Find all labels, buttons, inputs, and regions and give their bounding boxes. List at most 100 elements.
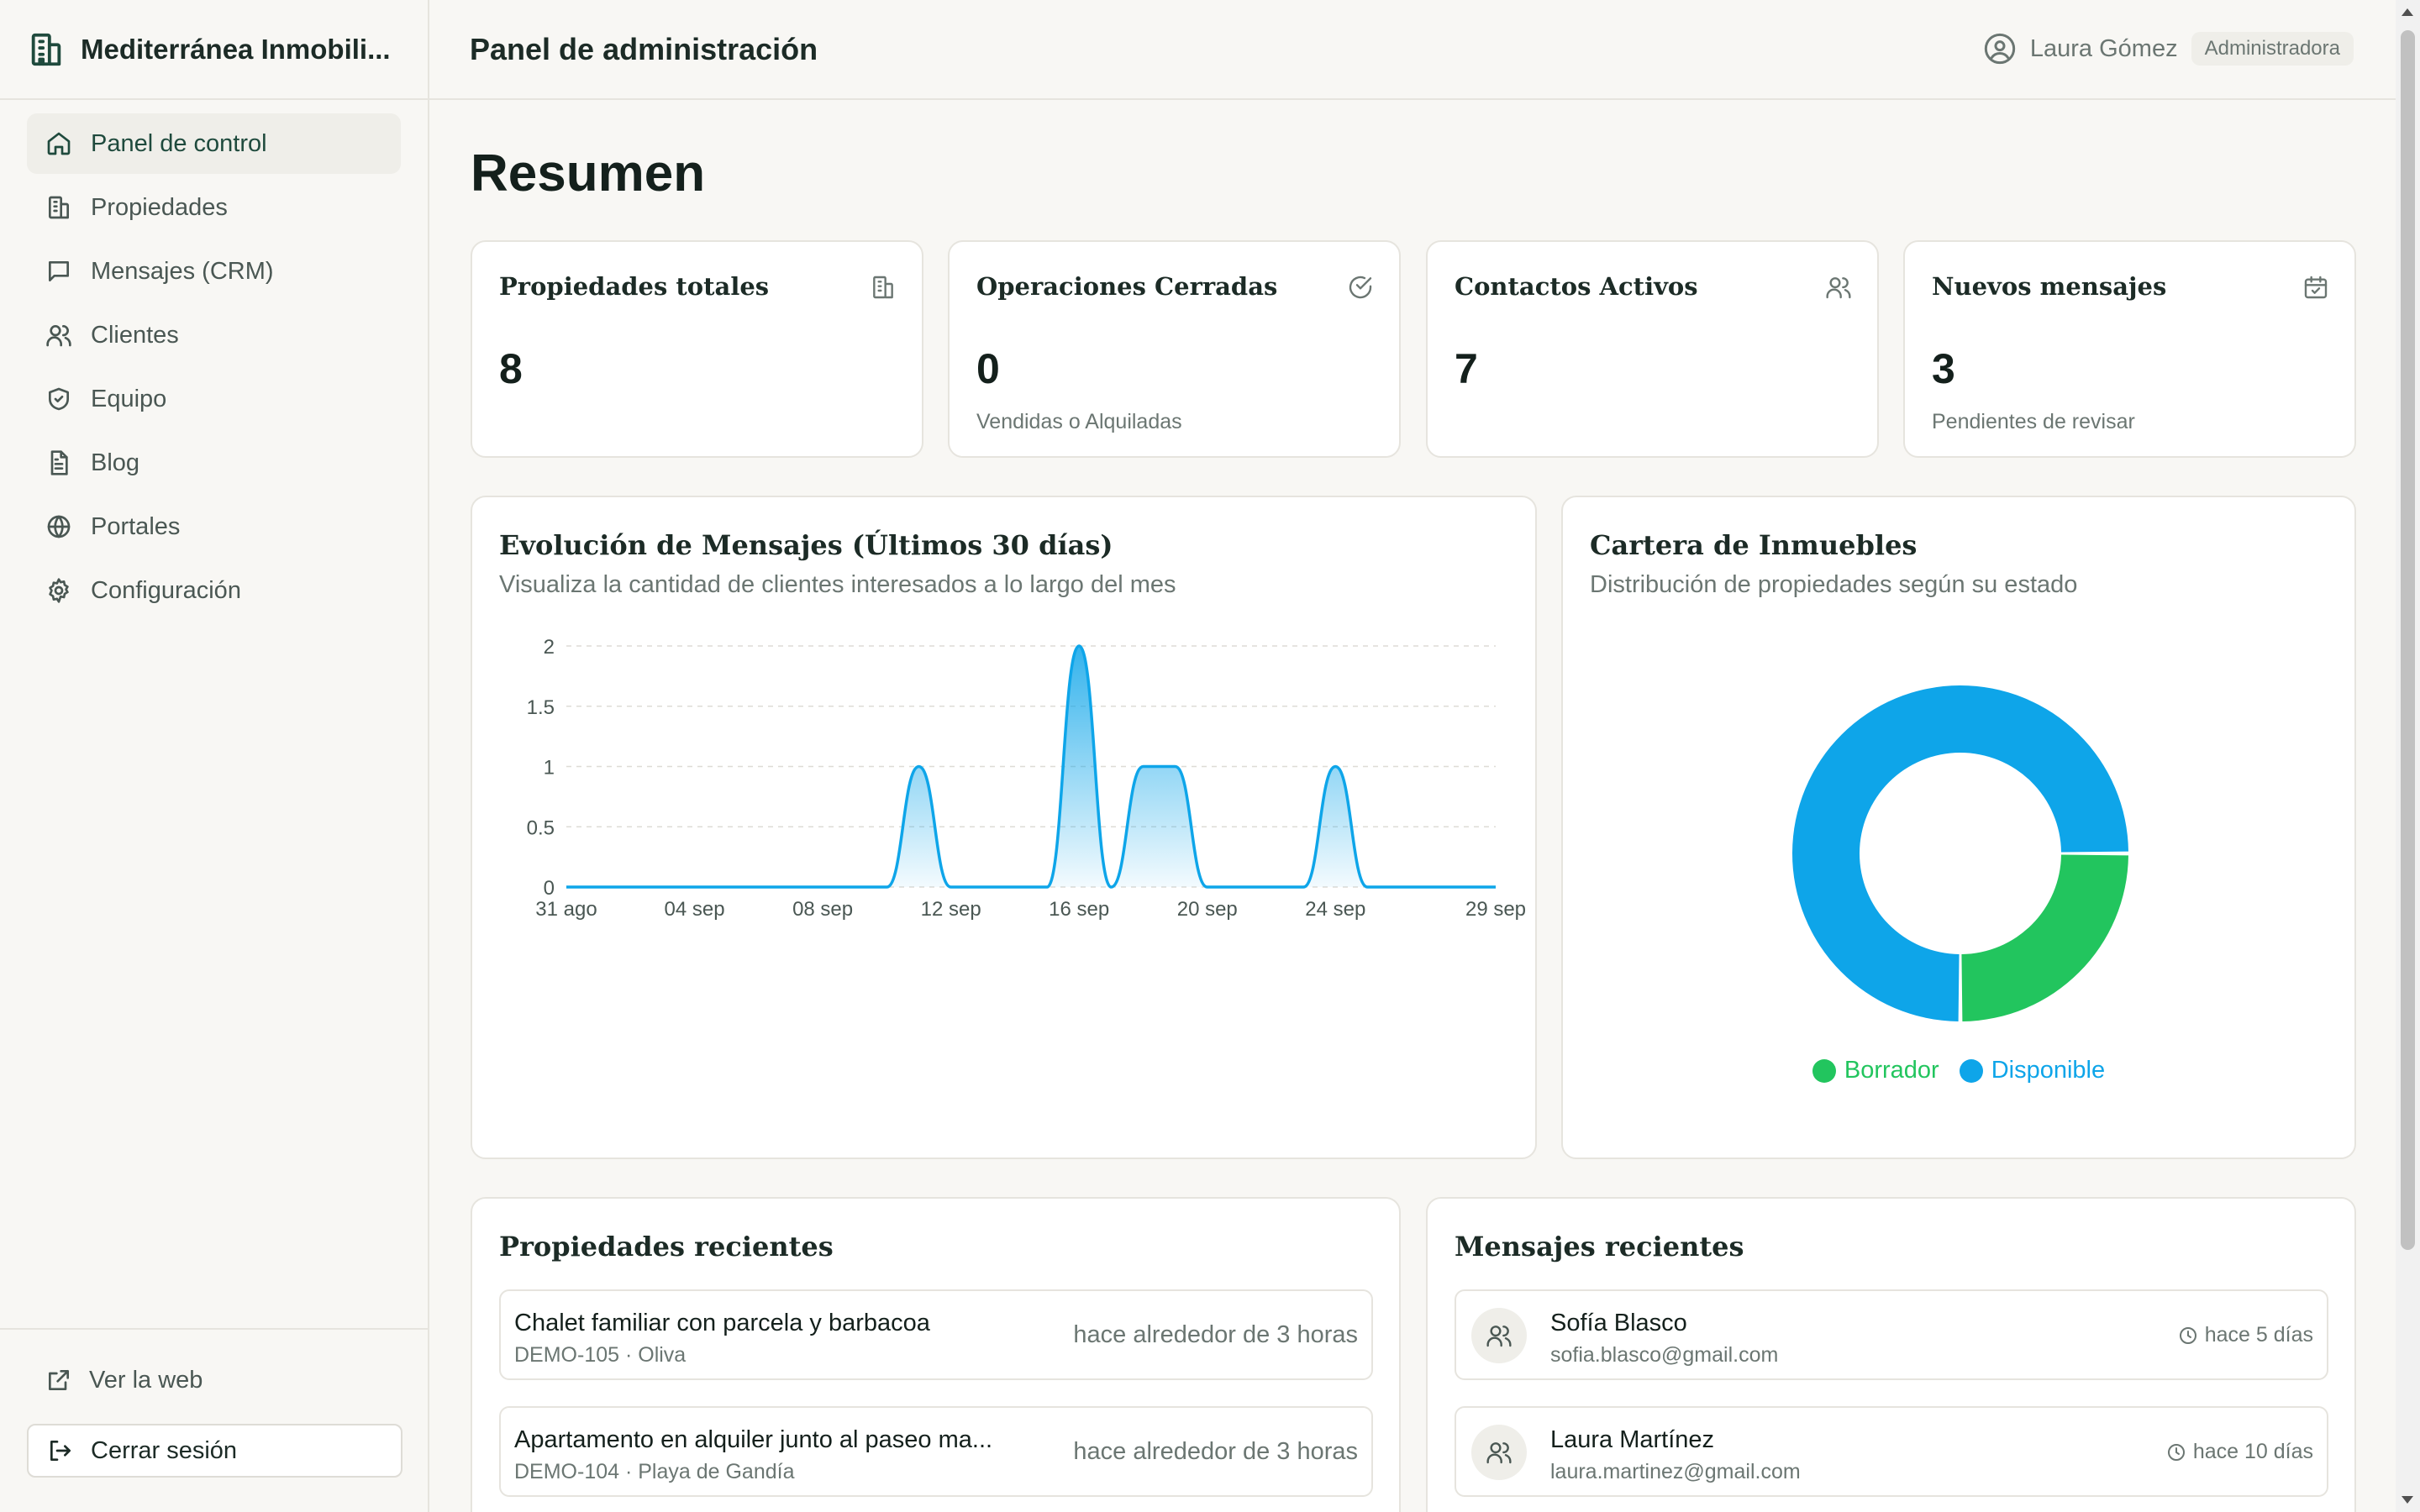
stat-title: Propiedades totales — [499, 272, 770, 301]
message-email: sofia.blasco@gmail.com — [1550, 1343, 1779, 1367]
recent-properties-card: Propiedades recientes Chalet familiar co… — [471, 1197, 1401, 1512]
property-meta: DEMO-104 · Playa de Gandía — [514, 1460, 795, 1483]
scroll-thumb[interactable] — [2401, 30, 2415, 1250]
sidebar-item-panel[interactable]: Panel de control — [27, 113, 401, 174]
scroll-down-arrow[interactable] — [2402, 1496, 2413, 1504]
user-name: Laura Gómez — [2029, 34, 2178, 62]
sidebar-item-properties[interactable]: Propiedades — [27, 177, 401, 238]
sidebar-item-team[interactable]: Equipo — [27, 369, 401, 429]
sidebar-item-messages[interactable]: Mensajes (CRM) — [27, 241, 401, 302]
message-icon — [49, 261, 69, 281]
chart-legend: Borrador Disponible — [1563, 1057, 2354, 1084]
logout-icon — [50, 1441, 71, 1461]
stat-card-properties: Propiedades totales 8 — [471, 240, 923, 458]
message-sender: Sofía Blasco — [1550, 1310, 1687, 1336]
role-badge: Administradora — [2191, 32, 2354, 66]
sidebar-item-label: Blog — [91, 449, 140, 476]
y-tick-label: 2 — [544, 636, 555, 659]
header-title: Panel de administración — [470, 31, 818, 66]
y-tick-label: 1 — [544, 757, 555, 780]
recent-messages-card: Mensajes recientes Sofía Blasco sofia.bl… — [1426, 1197, 2356, 1512]
brand[interactable]: Mediterránea Inmobili... — [0, 0, 428, 100]
pie-slice-borrador[interactable] — [1961, 854, 2128, 1021]
legend-item-disponible[interactable]: Disponible — [1959, 1057, 2106, 1084]
section-title: Propiedades recientes — [499, 1231, 834, 1263]
building-icon — [873, 276, 893, 299]
stat-title: Nuevos mensajes — [1932, 272, 2167, 301]
property-time: hace alrededor de 3 horas — [1073, 1321, 1358, 1348]
view-site-label: Ver la web — [89, 1366, 203, 1394]
x-tick-label: 31 ago — [535, 898, 597, 921]
sidebar-item-label: Propiedades — [91, 193, 228, 221]
users-icon — [1826, 277, 1851, 299]
stat-card-new-messages: Nuevos mensajes 3 Pendientes de revisar — [1903, 240, 2356, 458]
sidebar-item-blog[interactable]: Blog — [27, 433, 401, 493]
sidebar-nav: Panel de control Propiedades Mensajes (C… — [0, 100, 428, 621]
property-time: hace alrededor de 3 horas — [1073, 1438, 1358, 1465]
users-icon — [1486, 1442, 1512, 1464]
page-title: Resumen — [471, 144, 706, 202]
check-circle-icon — [1349, 276, 1372, 299]
x-tick-label: 04 sep — [665, 898, 725, 921]
document-icon — [50, 450, 68, 475]
avatar — [1471, 1308, 1527, 1363]
x-tick-label: 20 sep — [1177, 898, 1238, 921]
message-time-label: hace 10 días — [2192, 1440, 2313, 1463]
sidebar-item-label: Mensajes (CRM) — [91, 257, 274, 285]
message-email: laura.martinez@gmail.com — [1550, 1460, 1801, 1483]
property-row[interactable]: Apartamento en alquiler junto al paseo m… — [499, 1406, 1373, 1497]
message-row[interactable]: Sofía Blasco sofia.blasco@gmail.com hace… — [1455, 1289, 2328, 1380]
view-site-link[interactable]: Ver la web — [27, 1355, 402, 1405]
property-title: Chalet familiar con parcela y barbacoa — [514, 1310, 930, 1336]
avatar — [1471, 1425, 1527, 1480]
home-icon — [47, 132, 71, 155]
x-tick-label: 12 sep — [921, 898, 981, 921]
calendar-icon — [2304, 276, 2328, 299]
brand-name: Mediterránea Inmobili... — [81, 33, 391, 65]
sidebar: Mediterránea Inmobili... Panel de contro… — [0, 0, 429, 1512]
shield-icon — [49, 387, 69, 411]
legend-item-borrador[interactable]: Borrador — [1812, 1057, 1939, 1084]
message-time: hace 10 días — [2166, 1440, 2313, 1464]
sidebar-item-clients[interactable]: Clientes — [27, 305, 401, 365]
stat-value: 7 — [1455, 345, 1478, 392]
building-icon — [49, 196, 69, 219]
legend-label: Disponible — [1991, 1057, 2106, 1084]
y-tick-label: 0.5 — [527, 816, 555, 839]
message-row[interactable]: Laura Martínez laura.martinez@gmail.com … — [1455, 1406, 2328, 1497]
sidebar-item-portals[interactable]: Portales — [27, 496, 401, 557]
messages-area-chart: 0 0.5 1 1.5 2 31 ago 04 sep 08 sep 12 sep 16 sep 2… — [527, 636, 1526, 921]
users-icon — [46, 325, 71, 347]
x-tick-label: 24 sep — [1305, 898, 1365, 921]
x-tick-label: 16 sep — [1049, 898, 1109, 921]
sidebar-item-settings[interactable]: Configuración — [27, 560, 401, 621]
user-circle-icon — [1984, 33, 2016, 65]
message-sender: Laura Martínez — [1550, 1426, 1715, 1453]
stat-sub: Vendidas o Alquiladas — [976, 410, 1182, 433]
scroll-up-arrow[interactable] — [2402, 8, 2413, 16]
sidebar-item-label: Panel de control — [91, 129, 267, 157]
x-tick-label: 29 sep — [1465, 898, 1526, 921]
clock-icon — [2179, 1326, 2196, 1344]
section-title: Mensajes recientes — [1455, 1231, 1744, 1263]
property-meta: DEMO-105 · Oliva — [514, 1343, 687, 1367]
page-scrollbar[interactable] — [2396, 0, 2420, 1512]
stat-title: Contactos Activos — [1455, 272, 1698, 301]
users-icon — [1486, 1326, 1512, 1347]
sidebar-item-label: Portales — [91, 512, 181, 540]
logout-label: Cerrar sesión — [91, 1436, 238, 1464]
y-tick-label: 1.5 — [527, 696, 555, 719]
external-link-icon — [49, 1370, 69, 1390]
sidebar-footer: Ver la web Cerrar sesión — [0, 1328, 429, 1512]
property-row[interactable]: Chalet familiar con parcela y barbacoa D… — [499, 1289, 1373, 1380]
y-tick-label: 0 — [544, 877, 555, 900]
user-menu[interactable]: Laura Gómez Administradora — [1983, 32, 2354, 66]
sidebar-item-label: Configuración — [91, 576, 241, 604]
top-header: Panel de administración Laura Gómez Admi… — [429, 0, 2396, 100]
gear-icon — [49, 578, 69, 603]
logout-button[interactable]: Cerrar sesión — [27, 1424, 402, 1478]
message-time-label: hace 5 días — [2204, 1323, 2313, 1347]
stat-card-contacts: Contactos Activos 7 — [1426, 240, 1879, 458]
stat-title: Operaciones Cerradas — [976, 272, 1278, 301]
sidebar-item-label: Equipo — [91, 385, 167, 412]
